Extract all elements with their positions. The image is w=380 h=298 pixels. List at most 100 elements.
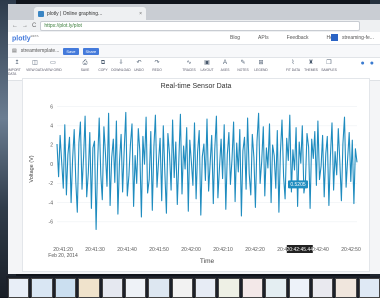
samples-icon: ❐ — [326, 60, 332, 66]
tool-label: VIEW DATA — [26, 68, 44, 72]
view-grid-icon: ▭ — [50, 60, 56, 66]
chart-thumbnail[interactable] — [171, 278, 193, 298]
y-tick-label: 2 — [50, 143, 53, 149]
user-name: streaming-fe... — [342, 34, 374, 41]
thumbnail-strip — [6, 276, 380, 298]
x-tick-label: 20:42:00 — [181, 247, 201, 253]
x-tick-label: 20:41:30 — [85, 247, 105, 253]
tool-label: LEGEND — [254, 68, 268, 72]
tool-download[interactable]: ⇩ DOWNLOAD — [111, 60, 131, 72]
notes-icon: ✎ — [240, 60, 246, 66]
view-data-icon: ◫ — [32, 60, 38, 66]
tool-notes[interactable]: ✎ NOTES — [234, 60, 252, 72]
chart-thumbnail[interactable] — [288, 278, 310, 298]
file-bar: ▤ streamtemplate... Save Share — [8, 45, 380, 58]
tool-label: UNDO — [134, 68, 144, 72]
y-tick-label: -4 — [49, 200, 54, 206]
nav-links: BlogAPIsFeedbackHelp — [230, 35, 337, 41]
tool-label: SAMPLES — [321, 68, 337, 72]
tab-close-icon[interactable]: × — [139, 11, 142, 17]
copy-icon: ⧉ — [100, 60, 106, 66]
plotly-logo[interactable]: plotlyBETA — [12, 34, 39, 42]
tool-samples[interactable]: ❐ SAMPLES — [320, 60, 338, 72]
tool-view-data[interactable]: ◫ VIEW DATA — [26, 60, 44, 76]
tool-redo[interactable]: ↷ REDO — [148, 60, 166, 72]
tool-label: SAVE — [80, 68, 90, 72]
tool-fit-data[interactable]: ⌇ FIT DATA — [284, 60, 302, 72]
tool-label: TRACES — [182, 68, 196, 72]
forward-icon[interactable]: → — [22, 23, 28, 29]
x-tick-label: 20:41:40 — [117, 247, 137, 253]
plotly-navbar: plotlyBETA BlogAPIsFeedbackHelp streamin… — [8, 32, 380, 45]
tool-copy[interactable]: ⧉ COPY — [94, 60, 112, 72]
x-tick-label: 20:42:20 — [245, 247, 265, 253]
url-input[interactable]: https://plot.ly/plot — [40, 21, 360, 31]
import-data-icon: ↥ — [14, 60, 20, 66]
undo-icon: ↶ — [136, 60, 142, 66]
file-name[interactable]: streamtemplate... — [21, 48, 60, 54]
plot-area[interactable]: Real-time Sensor Data 6 4 2 0 -2 -4 -6 20:41:20… — [22, 78, 370, 272]
reload-icon[interactable]: C — [32, 23, 36, 29]
y-tick-label: -6 — [49, 220, 54, 226]
tool-label: AXES — [220, 68, 230, 72]
tab-title: plotly | Online graphing... — [47, 10, 103, 17]
back-icon[interactable]: ← — [12, 23, 18, 29]
tool-label: COPY — [98, 68, 108, 72]
tool-traces[interactable]: ∿ TRACES — [180, 60, 198, 72]
chart-title: Real-time Sensor Data — [160, 83, 232, 90]
tool-layout[interactable]: ▣ LAYOUT — [198, 60, 216, 72]
chart-thumbnail[interactable] — [241, 278, 264, 298]
user-menu[interactable]: streaming-fe... — [331, 34, 374, 41]
hover-tooltip-value: 0.5205 — [290, 182, 306, 188]
chart-thumbnail[interactable] — [101, 278, 123, 298]
chart-thumbnail[interactable] — [195, 278, 217, 298]
tool-view-grid[interactable]: ▭ VIEW GRID — [44, 60, 62, 76]
share-button[interactable]: Share — [82, 47, 100, 55]
nav-link-feedback[interactable]: Feedback — [287, 35, 309, 41]
y-tick-label: 6 — [50, 104, 53, 110]
chart-thumbnail[interactable] — [78, 278, 100, 298]
tool-label: LAYOUT — [200, 68, 214, 72]
line-chart[interactable]: 6420-2-4-620:41:20Feb 20, 201420:41:30 20… — [23, 79, 369, 271]
tool-label: FIT DATA — [285, 68, 301, 72]
chart-thumbnail[interactable] — [124, 278, 147, 298]
tool-undo[interactable]: ↶ UNDO — [130, 60, 148, 72]
chart-thumbnail[interactable] — [31, 278, 53, 298]
layout-icon: ▣ — [204, 60, 210, 66]
tool-label: IMPORT DATA — [8, 68, 21, 76]
nav-link-apis[interactable]: APIs — [258, 35, 269, 41]
chart-thumbnail[interactable] — [54, 278, 77, 298]
tool-label: VIEW GRID — [44, 68, 62, 72]
tool-themes[interactable]: ♜ THEMES — [302, 60, 320, 72]
chart-thumbnail[interactable] — [8, 278, 30, 298]
nav-link-blog[interactable]: Blog — [230, 35, 240, 41]
tool-label: NOTES — [237, 68, 249, 72]
tool-import-data[interactable]: ↥ IMPORT DATA — [8, 60, 26, 76]
chart-thumbnail[interactable] — [218, 278, 240, 298]
sidebar-toggle-icon[interactable]: ● — [370, 60, 374, 67]
y-tick-label: -2 — [49, 181, 54, 187]
y-tick-label: 4 — [50, 124, 53, 130]
plotly-favicon-icon — [38, 10, 44, 17]
chart-thumbnail[interactable] — [335, 278, 357, 298]
tool-label: DOWNLOAD — [111, 68, 131, 72]
avatar — [331, 34, 338, 41]
chat-icon[interactable]: ● — [361, 60, 365, 67]
chart-thumbnail[interactable] — [148, 278, 170, 298]
browser-tab-bar: plotly | Online graphing... × — [8, 4, 380, 20]
x-tick-label: 20:42:10 — [213, 247, 233, 253]
tool-legend[interactable]: ⊞ LEGEND — [252, 60, 270, 72]
chart-thumbnail[interactable] — [311, 278, 334, 298]
tool-label: THEMES — [304, 68, 318, 72]
tool-axes[interactable]: A AXES — [216, 60, 234, 72]
browser-tab[interactable]: plotly | Online graphing... × — [34, 7, 146, 20]
chart-thumbnail[interactable] — [265, 278, 287, 298]
download-icon: ⇩ — [118, 60, 124, 66]
tool-save[interactable]: ⎙ SAVE — [76, 60, 94, 72]
folder-icon: ▤ — [12, 48, 17, 54]
url-text: https://plot.ly/plot — [44, 23, 82, 29]
save-button[interactable]: Save — [63, 47, 79, 55]
x-axis-title: Time — [200, 258, 215, 265]
x-tick-date-label: Feb 20, 2014 — [48, 253, 78, 259]
chart-thumbnail[interactable] — [358, 278, 380, 298]
